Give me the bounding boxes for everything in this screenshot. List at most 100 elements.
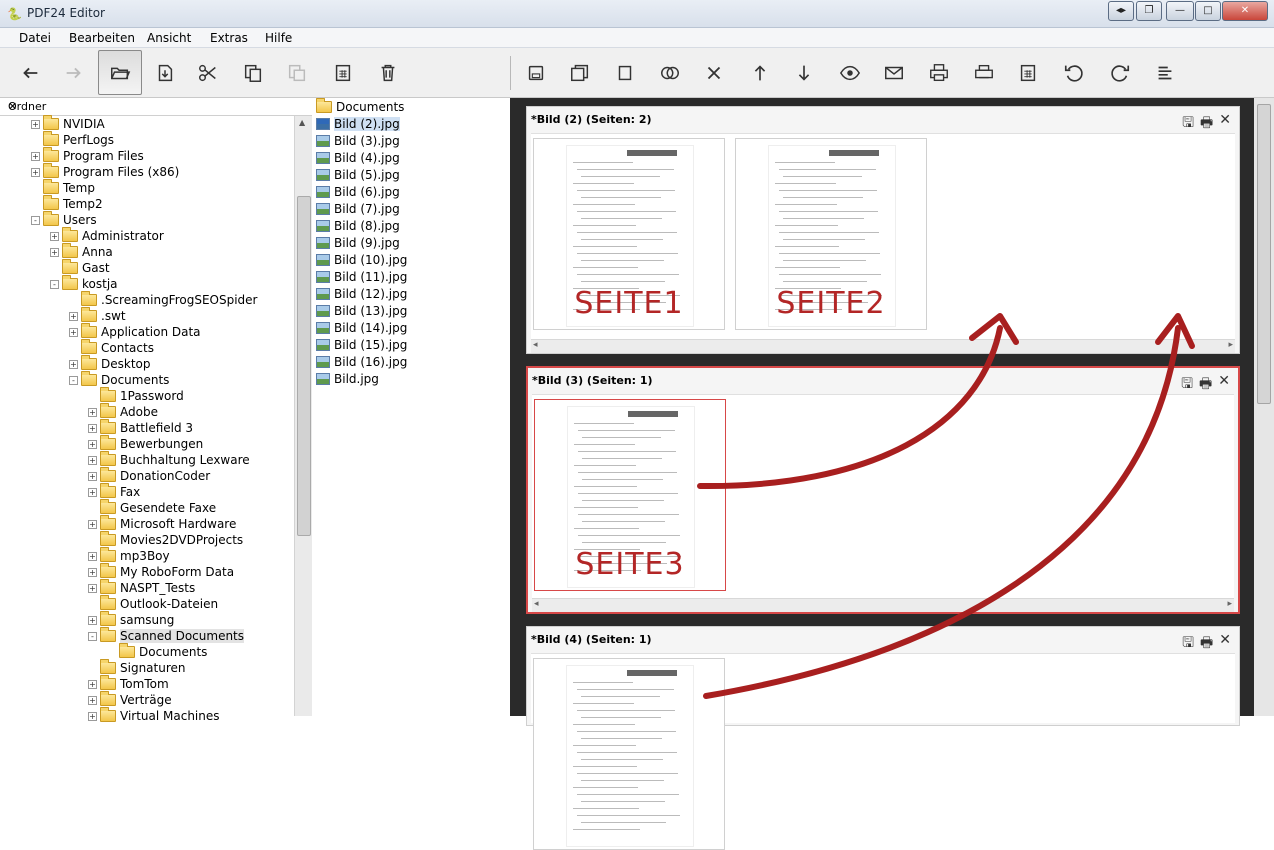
file-item[interactable]: Bild (12).jpg [316, 286, 407, 302]
expand-icon[interactable]: + [88, 423, 97, 433]
calculator-button[interactable] [323, 53, 363, 93]
tree-item[interactable]: + Battlefield 3 [88, 419, 193, 436]
tree-item[interactable]: + Bewerbungen [88, 435, 203, 452]
expand-icon[interactable]: + [88, 711, 97, 721]
file-item[interactable]: Bild (9).jpg [316, 235, 400, 251]
file-item[interactable]: Bild (2).jpg [316, 116, 400, 132]
document-scrollbar[interactable] [1254, 98, 1274, 716]
menu-extras[interactable]: Extras [210, 31, 248, 45]
tree-item[interactable]: + Administrator [50, 227, 164, 244]
printer-button[interactable] [964, 53, 1004, 93]
copy-button[interactable] [233, 53, 273, 93]
close-window-button[interactable]: ✕ [1222, 1, 1268, 21]
tree-item[interactable]: + Microsoft Hardware [88, 515, 236, 532]
file-item[interactable]: Bild (14).jpg [316, 320, 407, 336]
merge-button[interactable] [650, 53, 690, 93]
rotate-left-button[interactable] [1054, 53, 1094, 93]
file-item[interactable]: Bild (13).jpg [316, 303, 407, 319]
tree-item[interactable]: + Adobe [88, 403, 158, 420]
rotate-right-button[interactable] [1100, 53, 1140, 93]
tree-item[interactable]: Outlook-Dateien [88, 595, 218, 612]
collapse-icon[interactable]: - [69, 375, 78, 385]
tree-item[interactable]: - Documents [69, 371, 169, 388]
preview-button[interactable] [830, 53, 870, 93]
horizontal-scrollbar[interactable]: ◂ ▸ [532, 598, 1234, 612]
window-nav-button[interactable]: ◂▸ [1108, 1, 1134, 21]
tree-item[interactable]: + Buchhaltung Lexware [88, 451, 250, 468]
expand-icon[interactable]: + [31, 151, 40, 161]
back-button[interactable] [10, 53, 50, 93]
menu-bearbeiten[interactable]: Bearbeiten [69, 31, 135, 45]
collapse-icon[interactable]: - [31, 215, 40, 225]
import-button[interactable] [145, 53, 185, 93]
tree-item[interactable]: Gast [50, 259, 110, 276]
tree-item[interactable]: - kostja [50, 275, 118, 292]
email-button[interactable] [874, 53, 914, 93]
menu-ansicht[interactable]: Ansicht [147, 31, 191, 45]
document-panel[interactable]: *Bild (2) (Seiten: 2) 🖫 🖶 ✕ SEITE1 SEITE… [526, 106, 1240, 354]
tree-item[interactable]: + Virtual Machines [88, 707, 220, 724]
file-item[interactable]: Bild (4).jpg [316, 150, 400, 166]
tree-item[interactable]: + samsung [88, 611, 174, 628]
save-button[interactable] [516, 53, 556, 93]
minimize-button[interactable]: — [1166, 1, 1194, 21]
tree-item[interactable]: Signaturen [88, 659, 186, 676]
tree-item[interactable]: Temp2 [31, 195, 103, 212]
print-button[interactable] [919, 53, 959, 93]
expand-icon[interactable]: + [88, 455, 97, 465]
expand-icon[interactable]: + [31, 119, 40, 129]
tree-item[interactable]: - Users [31, 211, 97, 228]
expand-icon[interactable]: + [88, 567, 97, 577]
scroll-up-icon[interactable]: ▲ [299, 118, 305, 127]
tree-item[interactable]: + .swt [69, 307, 126, 324]
tree-item[interactable]: + My RoboForm Data [88, 563, 234, 580]
document-panel-active[interactable]: *Bild (3) (Seiten: 1) 🖫 🖶 ✕ SEITE3 ◂ ▸ [526, 366, 1240, 614]
collapse-icon[interactable]: - [88, 631, 97, 641]
close-document-button[interactable] [694, 53, 734, 93]
align-button[interactable] [1145, 53, 1185, 93]
file-item[interactable]: Bild (8).jpg [316, 218, 400, 234]
file-item[interactable]: Bild (15).jpg [316, 337, 407, 353]
menu-datei[interactable]: Datei [19, 31, 51, 45]
expand-icon[interactable]: + [88, 583, 97, 593]
folder-panel-close-button[interactable]: ✕ [8, 100, 306, 113]
tree-item[interactable]: 1Password [88, 387, 184, 404]
menu-hilfe[interactable]: Hilfe [265, 31, 292, 45]
window-restore-button[interactable]: ❐ [1136, 1, 1162, 21]
expand-icon[interactable]: + [88, 471, 97, 481]
expand-icon[interactable]: + [31, 167, 40, 177]
delete-button[interactable] [368, 53, 408, 93]
file-item[interactable]: Bild.jpg [316, 371, 379, 387]
tree-item[interactable]: Contacts [69, 339, 154, 356]
tree-item[interactable]: PerfLogs [31, 131, 114, 148]
file-item[interactable]: Documents [316, 98, 404, 115]
tree-item[interactable]: .ScreamingFrogSEOSpider [69, 291, 258, 308]
file-item[interactable]: Bild (7).jpg [316, 201, 400, 217]
paste-button[interactable] [277, 53, 317, 93]
move-up-button[interactable] [740, 53, 780, 93]
file-item[interactable]: Bild (6).jpg [316, 184, 400, 200]
tree-item[interactable]: Movies2DVDProjects [88, 531, 243, 548]
tree-scroll-thumb[interactable] [297, 196, 311, 536]
page-thumbnail[interactable]: SEITE3 [534, 399, 726, 591]
expand-icon[interactable]: + [88, 551, 97, 561]
expand-icon[interactable]: + [88, 695, 97, 705]
expand-icon[interactable]: + [50, 247, 59, 257]
collapse-icon[interactable]: - [50, 279, 59, 289]
tree-item[interactable]: + NASPT_Tests [88, 579, 195, 596]
tree-item[interactable]: + Desktop [69, 355, 151, 372]
page-thumbnail[interactable]: SEITE1 [533, 138, 725, 330]
expand-icon[interactable]: + [69, 359, 78, 369]
tree-item[interactable]: + Program Files [31, 147, 144, 164]
tree-item[interactable]: + TomTom [88, 675, 169, 692]
expand-icon[interactable]: + [88, 519, 97, 529]
document-panel[interactable]: *Bild (4) (Seiten: 1) 🖫 🖶 ✕ [526, 626, 1240, 850]
horizontal-scrollbar[interactable]: ◂ ▸ [531, 339, 1235, 353]
tree-item[interactable]: Temp [31, 179, 95, 196]
tree-item[interactable]: + Verträge [88, 691, 172, 708]
forward-button[interactable] [54, 53, 94, 93]
file-item[interactable]: Bild (11).jpg [316, 269, 407, 285]
tree-item[interactable]: Gesendete Faxe [88, 499, 216, 516]
file-item[interactable]: Bild (3).jpg [316, 133, 400, 149]
tree-item[interactable]: Documents [107, 643, 207, 660]
